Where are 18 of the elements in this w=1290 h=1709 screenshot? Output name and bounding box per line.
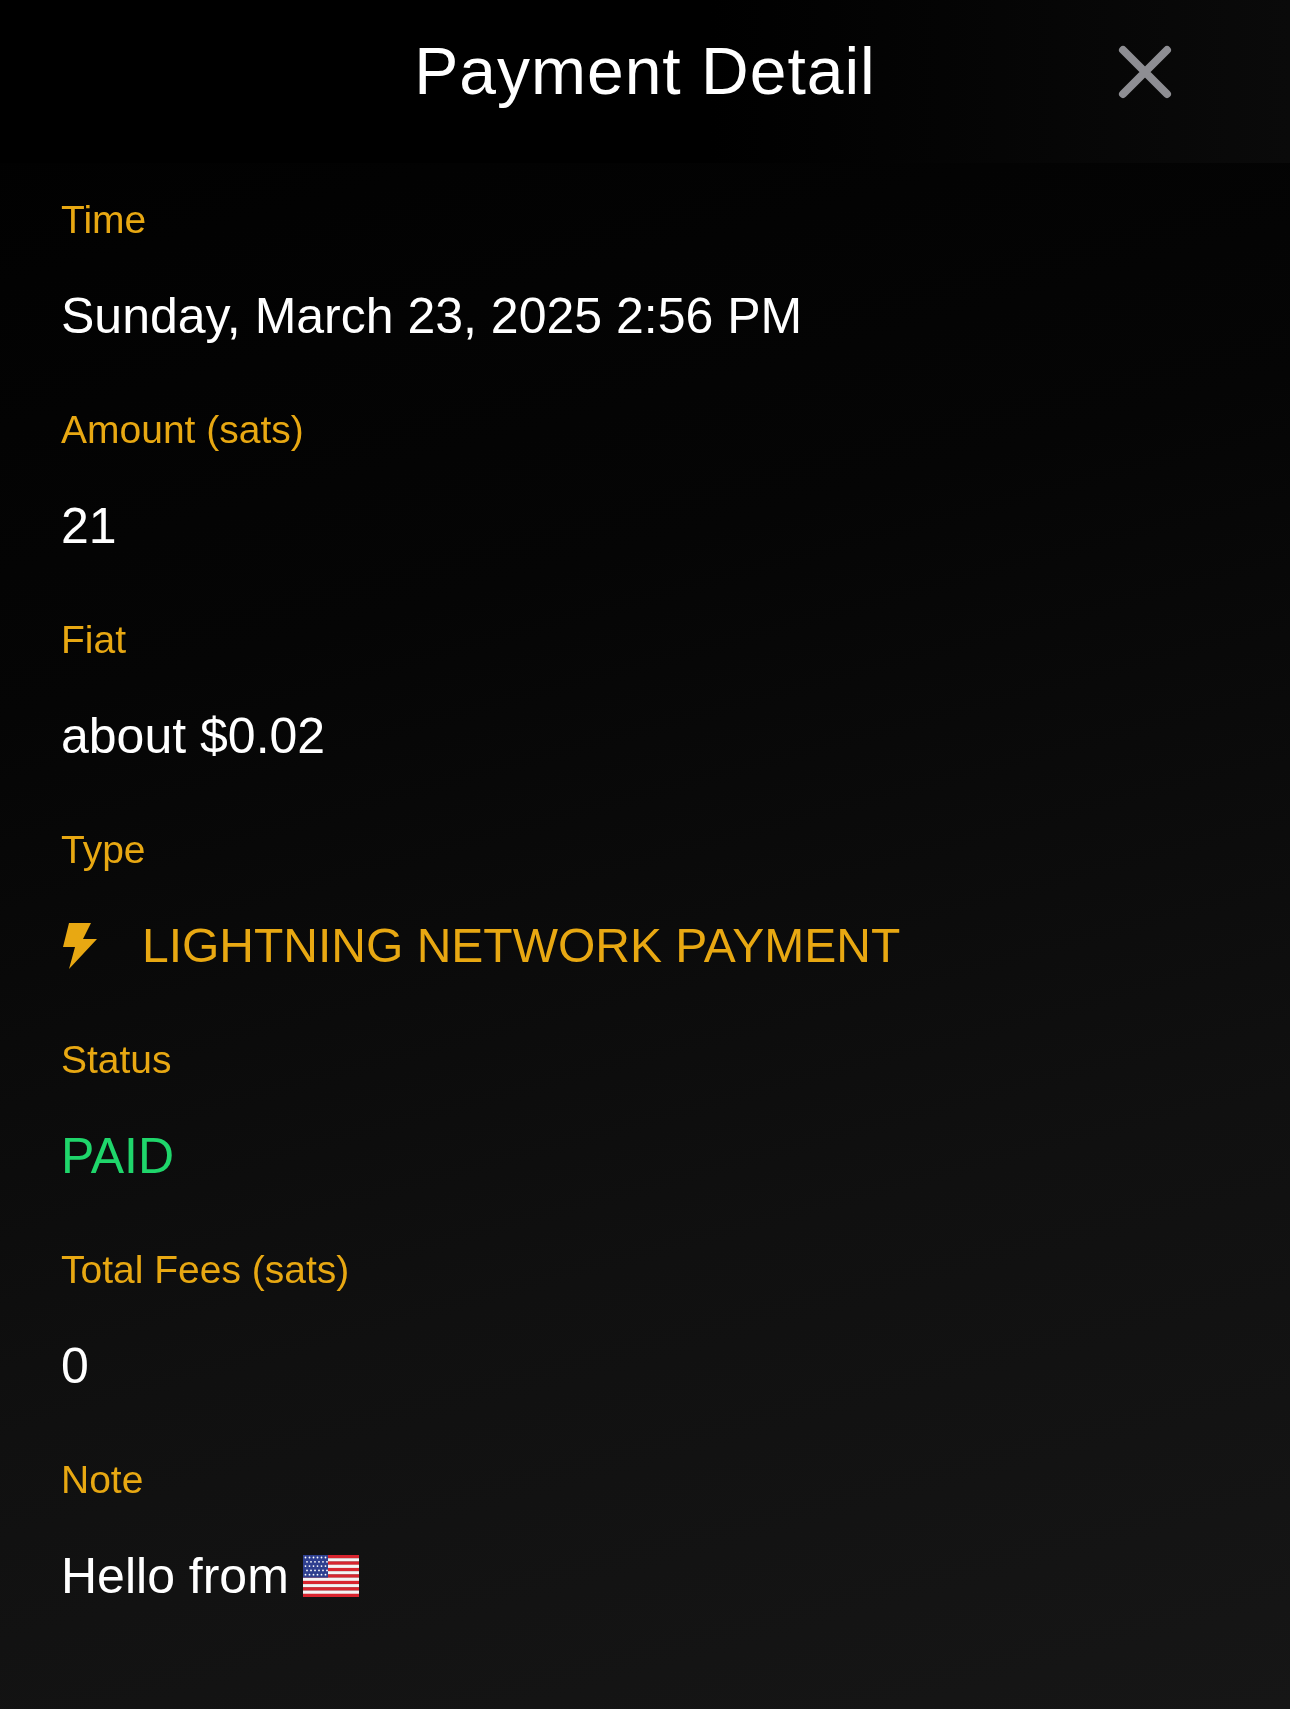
- field-value: LIGHTNING NETWORK PAYMENT: [142, 918, 901, 974]
- field-label: Fiat: [61, 617, 126, 663]
- field-value: Sunday, March 23, 2025 2:56 PM: [61, 287, 803, 346]
- close-icon: [1117, 44, 1173, 100]
- flag-icon: [302, 1555, 359, 1597]
- field-value: about $0.02: [61, 707, 326, 766]
- field-value: 21: [61, 497, 117, 556]
- status-value: PAID: [61, 1127, 174, 1186]
- field-label: Note: [61, 1457, 144, 1503]
- lightning-bolt-icon: [61, 923, 99, 969]
- field-label: Status: [61, 1037, 172, 1083]
- page-title: Payment Detail: [414, 33, 876, 110]
- field-value: Hello from: [61, 1547, 289, 1606]
- field-label: Type: [61, 827, 146, 873]
- field-label: Time: [61, 197, 147, 243]
- field-label: Total Fees (sats): [61, 1247, 350, 1293]
- field-label: Amount (sats): [61, 407, 304, 453]
- field-value: 0: [61, 1337, 89, 1396]
